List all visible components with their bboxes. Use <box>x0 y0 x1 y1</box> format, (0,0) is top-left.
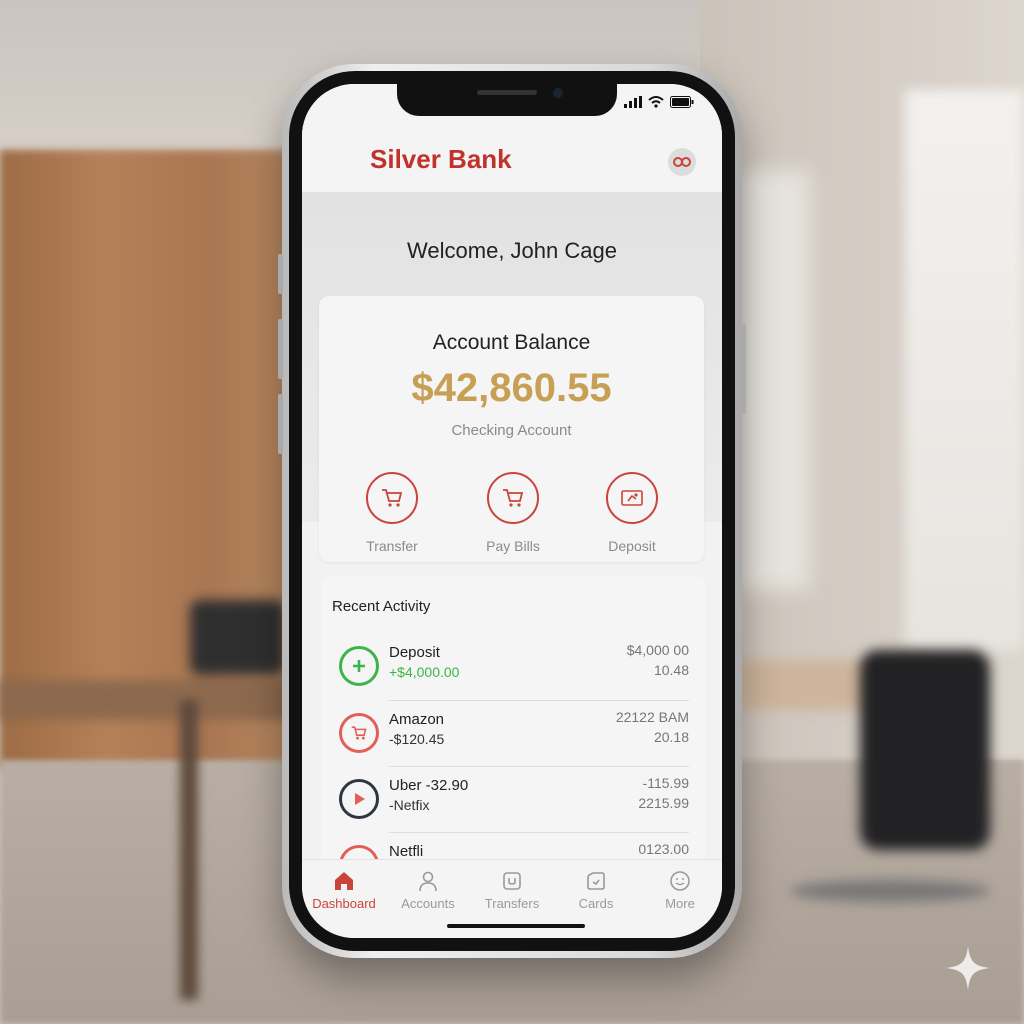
profile-icon <box>673 157 691 167</box>
pay-bills-button[interactable]: Pay Bills <box>458 472 568 554</box>
brand-title: Silver Bank <box>370 144 512 174</box>
transfer-button[interactable]: Transfer <box>337 472 447 554</box>
transfer-label: Transfer <box>366 538 418 554</box>
recent-activity-card: Recent Activity Deposit +$4,000.00 $4,00… <box>321 576 706 896</box>
activity-row[interactable]: Deposit +$4,000.00 $4,000 00 10.48 <box>321 636 706 698</box>
deposit-label: Deposit <box>608 538 656 554</box>
activity-amount: -Netfix <box>389 797 430 813</box>
pay-bills-label: Pay Bills <box>486 538 540 554</box>
plus-icon <box>339 646 379 686</box>
tab-label: Cards <box>578 896 614 911</box>
tab-accounts[interactable]: Accounts <box>386 868 470 911</box>
sparkle-icon <box>946 946 990 990</box>
deposit-button[interactable]: Deposit <box>577 472 687 554</box>
cart-icon <box>382 489 403 507</box>
balance-amount: $42,860.55 <box>411 366 612 410</box>
cart-icon <box>339 713 379 753</box>
recent-activity-title: Recent Activity <box>332 598 431 615</box>
account-type: Checking Account <box>451 422 572 439</box>
status-bar <box>624 96 694 108</box>
balance-label: Account Balance <box>432 331 591 354</box>
cart-icon <box>503 489 524 507</box>
phone-device: Silver Bank Welcome, John Cage Account B… <box>278 64 746 958</box>
activity-row[interactable]: Uber -32.90 -Netfix -115.99 2215.99 <box>321 769 706 831</box>
activity-value: 22122 BAM <box>615 709 689 725</box>
activity-value: $4,000 00 <box>626 642 689 658</box>
activity-amount: +$4,000.00 <box>389 664 460 680</box>
battery-icon <box>670 96 694 108</box>
activity-value: 0123.00 <box>638 841 689 857</box>
transfer-icon <box>503 872 521 890</box>
play-icon <box>339 779 379 819</box>
activity-name: Deposit <box>389 644 440 661</box>
activity-time: 2215.99 <box>638 795 689 811</box>
activity-value: -115.99 <box>642 775 689 791</box>
activity-row[interactable]: Amazon -$120.45 22122 BAM 20.18 <box>321 703 706 765</box>
card-icon <box>587 872 605 890</box>
tab-label: Accounts <box>401 896 455 911</box>
activity-name: Uber -32.90 <box>389 777 469 794</box>
app-screen: Silver Bank Welcome, John Cage Account B… <box>302 84 722 938</box>
tab-label: Dashboard <box>312 896 376 911</box>
tab-label: Transfers <box>484 896 540 911</box>
tab-dashboard[interactable]: Dashboard <box>302 868 386 911</box>
home-icon <box>335 872 353 890</box>
profile-button[interactable] <box>668 148 696 176</box>
tab-transfers[interactable]: Transfers <box>470 868 554 911</box>
more-icon <box>670 871 690 891</box>
activity-time: 20.18 <box>653 729 689 745</box>
person-icon <box>419 871 437 892</box>
welcome-text: Welcome, John Cage <box>407 238 617 263</box>
activity-name: Amazon <box>389 711 445 728</box>
tab-cards[interactable]: Cards <box>554 868 638 911</box>
balance-card: Account Balance $42,860.55 Checking Acco… <box>319 296 704 562</box>
tab-label: More <box>665 896 695 911</box>
notch <box>397 84 617 116</box>
activity-time: 10.48 <box>653 662 689 678</box>
home-indicator[interactable] <box>447 924 585 928</box>
tab-more[interactable]: More <box>638 868 722 911</box>
activity-amount: -$120.45 <box>389 731 445 747</box>
wifi-icon <box>648 96 664 108</box>
camera <box>553 88 563 98</box>
deposit-icon <box>621 490 643 506</box>
signal-icon <box>624 96 642 108</box>
activity-name: Netfli <box>389 843 424 860</box>
